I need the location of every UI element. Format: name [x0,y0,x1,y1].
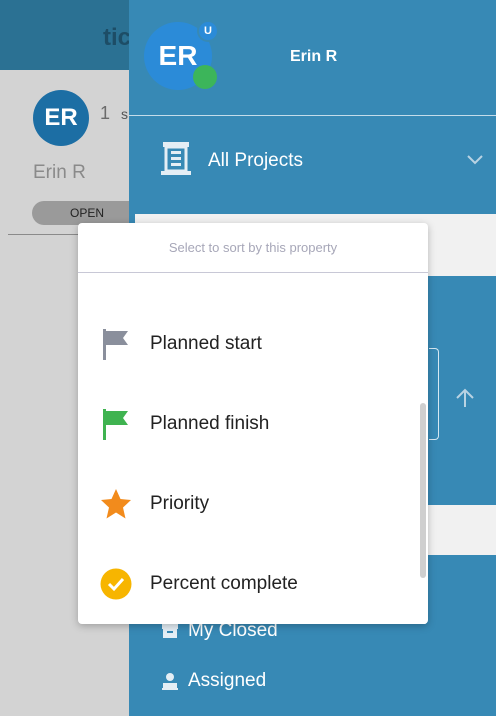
gray-flag-icon [103,329,128,360]
sort-option-label: Percent complete [150,573,298,594]
sort-option-label: Priority [150,493,210,514]
sort-popup: Select to sort by this property Planned … [78,223,428,624]
task-count-suffix: s [121,106,128,122]
archive-icon [162,624,178,638]
nav-item-label: Assigned [188,670,267,691]
task-avatar: ER [33,90,89,146]
user-role-badge: U [197,20,219,42]
sort-option-label: Planned start [150,333,262,354]
drawer-panel-box [429,348,439,440]
sort-option-percent-complete[interactable]: Percent complete [78,544,418,624]
sort-option-label: Planned finish [150,413,270,434]
chevron-down-icon[interactable] [466,150,484,168]
arrow-up-icon[interactable] [453,386,477,410]
projects-selector[interactable]: All Projects [129,134,496,188]
task-count: 1 [100,103,111,123]
scrollbar-thumb[interactable] [420,403,426,578]
drawer-header: ER U Erin R [129,0,496,116]
star-icon [101,489,131,519]
sort-option-planned-start[interactable]: Planned start [78,304,418,384]
sort-hint: Select to sort by this property [78,223,428,273]
sort-options-list[interactable]: Planned start Planned finish Priority Pe… [78,274,428,624]
building-icon [161,142,191,175]
sort-option-planned-finish[interactable]: Planned finish [78,384,418,464]
check-circle-icon [100,568,132,600]
task-user-name: Erin R [33,162,86,183]
online-status-icon [193,65,217,89]
partial-option-icon [100,274,128,286]
assigned-icon [162,673,178,690]
drawer-user-name: Erin R [290,48,338,65]
status-badge: OPEN [32,201,142,225]
nav-item-assigned[interactable]: Assigned [160,666,460,696]
sort-option-priority[interactable]: Priority [78,464,418,544]
app-header-title: tic [103,24,132,51]
green-flag-icon [103,409,128,440]
projects-label: All Projects [208,150,304,171]
